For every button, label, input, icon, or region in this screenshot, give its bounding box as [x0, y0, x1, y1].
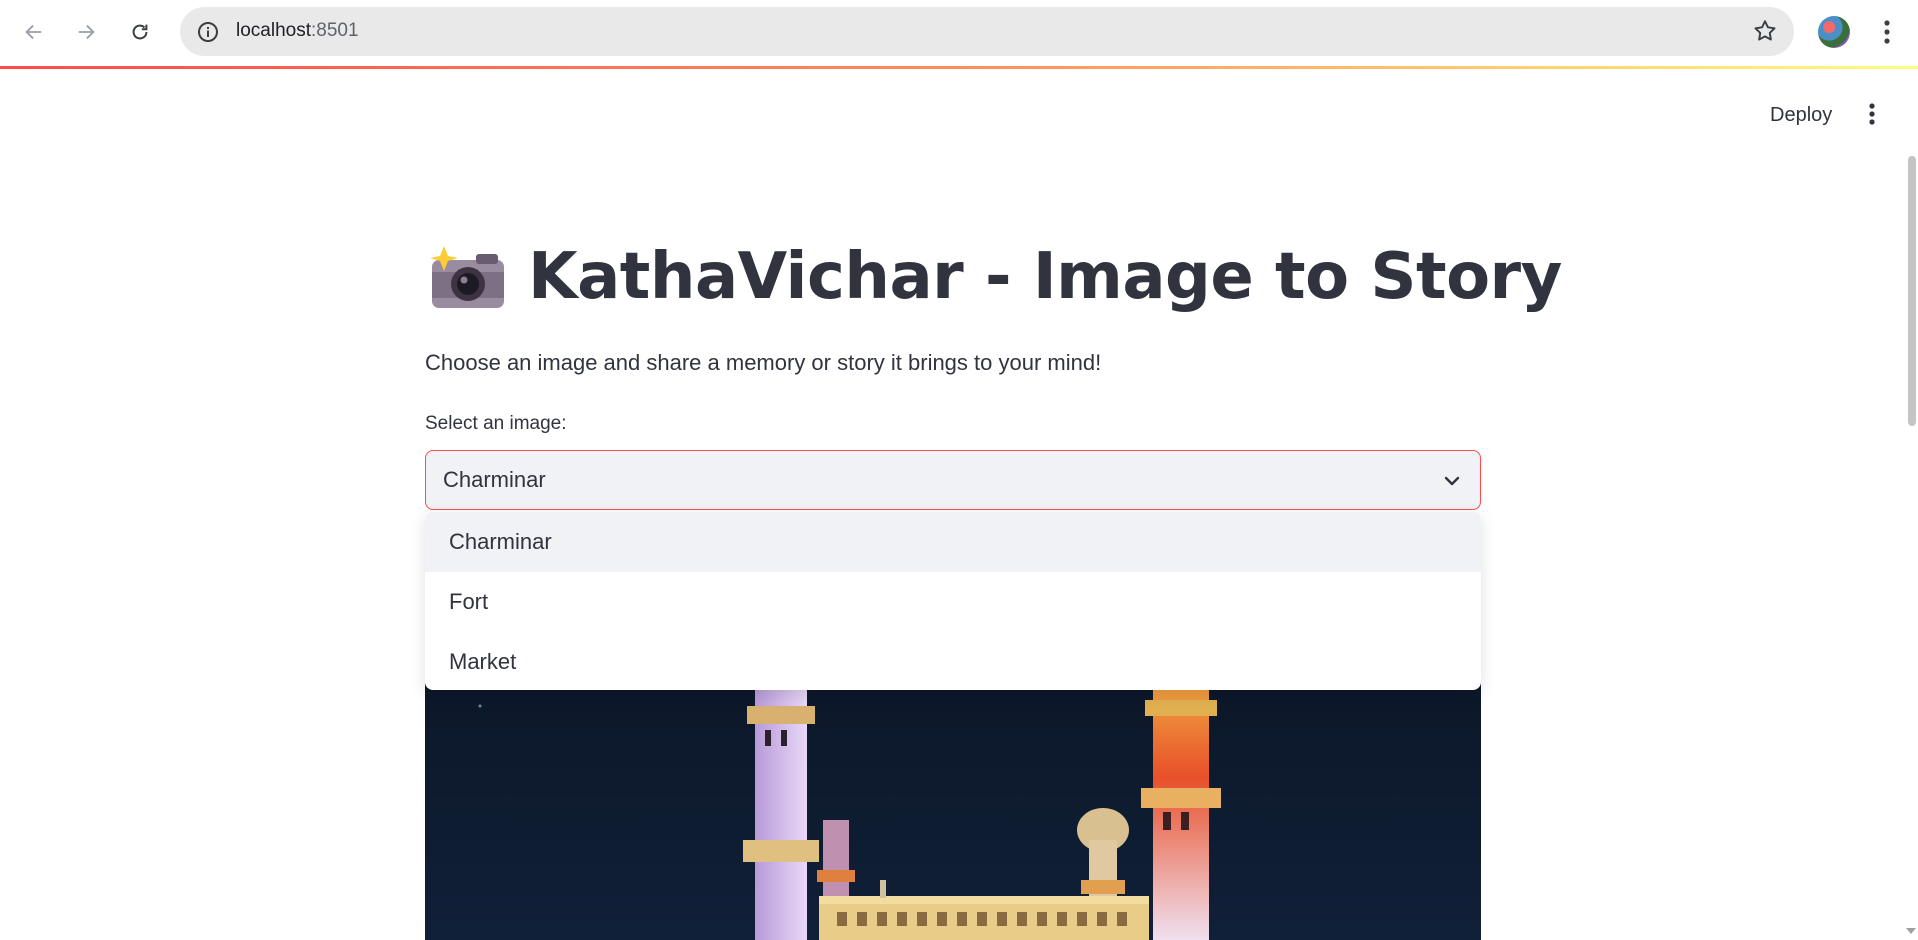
reload-button[interactable] [120, 12, 160, 52]
forward-button[interactable] [66, 12, 106, 52]
page-scrollbar[interactable] [1908, 156, 1916, 426]
back-button[interactable] [14, 12, 54, 52]
bookmark-star-icon[interactable] [1752, 18, 1778, 44]
app-decoration-bar [0, 66, 1918, 69]
page-subtitle: Choose an image and share a memory or st… [425, 350, 1102, 375]
page-title-row: KathaVichar - Image to Story [430, 240, 1562, 314]
arrow-right-icon [78, 24, 95, 40]
scroll-down-arrow-icon[interactable] [1906, 928, 1916, 934]
arrow-left-icon [25, 24, 42, 40]
app-menu-button[interactable] [1856, 96, 1888, 132]
url-port: :8501 [311, 20, 359, 41]
image-select[interactable]: Charminar [425, 450, 1481, 510]
url-host: localhost [236, 20, 311, 41]
browser-menu-icon[interactable] [1872, 14, 1902, 50]
reload-icon [132, 24, 148, 40]
deploy-button[interactable]: Deploy [1758, 96, 1844, 135]
select-dropdown-menu: Charminar Fort Market [425, 512, 1481, 690]
option-market[interactable]: Market [425, 632, 1481, 690]
browser-toolbar: localhost:8501 [0, 0, 1918, 64]
url-text: localhost:8501 [236, 20, 359, 42]
kebab-menu-icon [1869, 103, 1875, 125]
select-label: Select an image: [425, 413, 567, 434]
option-fort[interactable]: Fort [425, 572, 1481, 632]
page-title: KathaVichar - Image to Story [528, 240, 1562, 314]
select-value: Charminar [443, 467, 546, 492]
address-bar[interactable]: localhost:8501 [180, 7, 1794, 56]
camera-with-flash-icon [430, 246, 504, 308]
chevron-down-icon [1444, 476, 1460, 486]
option-charminar[interactable]: Charminar [425, 512, 1481, 572]
site-info-icon[interactable] [196, 20, 220, 44]
profile-avatar[interactable] [1818, 16, 1850, 48]
